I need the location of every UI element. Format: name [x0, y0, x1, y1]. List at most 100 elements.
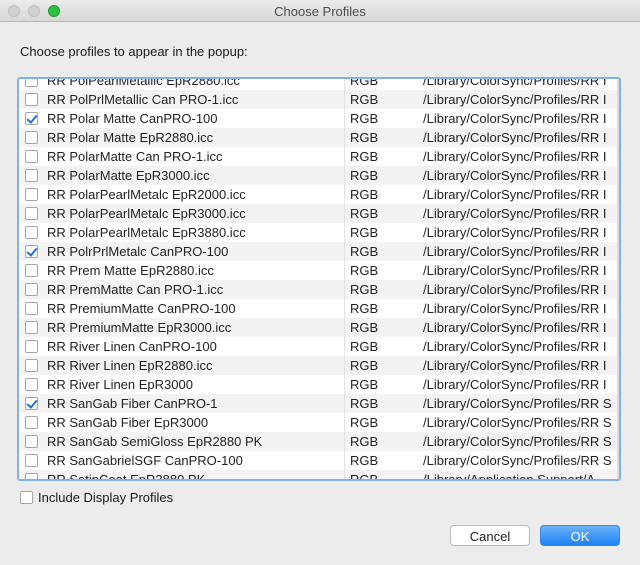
profile-path: /Library/ColorSync/Profiles/RR I	[423, 339, 607, 354]
column-divider	[344, 147, 345, 166]
profile-row[interactable]: RR PremiumMatte EpR3000.icc RGB/Library/C…	[19, 318, 619, 337]
window-title: Choose Profiles	[274, 4, 366, 19]
profile-checkbox[interactable]	[25, 112, 38, 125]
profile-name: RR River Linen EpR2880.icc	[47, 358, 213, 373]
profile-checkbox[interactable]	[25, 416, 38, 429]
profile-color-space: RGB	[350, 244, 379, 259]
profile-name: RR PremiumMatte EpR3000.icc	[47, 320, 232, 335]
profile-name: RR SanGab Fiber CanPRO-1	[47, 396, 218, 411]
profile-color-space: RGB	[350, 77, 379, 88]
profile-color-space: RGB	[350, 339, 379, 354]
profile-checkbox[interactable]	[25, 302, 38, 315]
profile-color-space: RGB	[350, 263, 379, 278]
profile-path: /Library/ColorSync/Profiles/RR I	[423, 282, 607, 297]
profile-checkbox[interactable]	[25, 359, 38, 372]
column-divider	[344, 375, 345, 394]
profile-path: /Library/ColorSync/Profiles/RR I	[423, 187, 607, 202]
profile-checkbox[interactable]	[25, 169, 38, 182]
profile-checkbox[interactable]	[25, 245, 38, 258]
profile-row[interactable]: RR Prem Matte EpR2880.icc RGB/Library/Col…	[19, 261, 619, 280]
profile-checkbox[interactable]	[25, 79, 38, 87]
profile-checkbox[interactable]	[25, 340, 38, 353]
profile-name: RR River Linen CanPRO-100	[47, 339, 217, 354]
ok-button[interactable]: OK	[540, 525, 620, 546]
profile-color-space: RGB	[350, 434, 379, 449]
profile-path: /Library/ColorSync/Profiles/RR I	[423, 377, 607, 392]
profile-name: RR PolarPearlMetalc EpR3880.icc	[47, 225, 246, 240]
profile-checkbox[interactable]	[25, 264, 38, 277]
profile-name: RR SatinCoat EpR3880 PK	[47, 472, 206, 481]
profile-color-space: RGB	[350, 320, 379, 335]
profile-color-space: RGB	[350, 187, 379, 202]
profile-row[interactable]: RR PremiumMatte CanPRO-100 RGB/Library/Co…	[19, 299, 619, 318]
profile-checkbox[interactable]	[25, 226, 38, 239]
profile-color-space: RGB	[350, 453, 379, 468]
dialog-prompt: Choose profiles to appear in the popup:	[20, 44, 248, 59]
column-divider	[344, 166, 345, 185]
column-divider	[344, 128, 345, 147]
profile-row[interactable]: RR PolarMatte Can PRO-1.icc RGB/Library/C…	[19, 147, 619, 166]
profile-color-space: RGB	[350, 301, 379, 316]
profile-checkbox[interactable]	[25, 321, 38, 334]
profile-color-space: RGB	[350, 377, 379, 392]
profile-row[interactable]: RR SanGab Fiber EpR3000 RGB/Library/Color…	[19, 413, 619, 432]
profile-row[interactable]: RR River Linen CanPRO-100 RGB/Library/Col…	[19, 337, 619, 356]
column-divider	[344, 413, 345, 432]
profile-name: RR PolarPearlMetalc EpR2000.icc	[47, 187, 246, 202]
column-divider	[344, 79, 345, 90]
profile-name: RR PolarMatte Can PRO-1.icc	[47, 149, 223, 164]
column-divider	[344, 432, 345, 451]
column-divider	[344, 204, 345, 223]
profile-checkbox[interactable]	[25, 454, 38, 467]
profile-row[interactable]: RR SanGab SemiGloss EpR2880 PK RGB/Librar…	[19, 432, 619, 451]
profile-checkbox[interactable]	[25, 473, 38, 479]
column-divider	[344, 261, 345, 280]
profile-row[interactable]: RR PolarPearlMetalc EpR3000.icc RGB/Libra…	[19, 204, 619, 223]
profile-path: /Library/ColorSync/Profiles/RR S	[423, 396, 612, 411]
profile-color-space: RGB	[350, 92, 379, 107]
profile-path: /Library/ColorSync/Profiles/RR S	[423, 415, 612, 430]
profile-checkbox[interactable]	[25, 397, 38, 410]
profile-row[interactable]: RR Polar Matte EpR2880.icc RGB/Library/Co…	[19, 128, 619, 147]
profile-row[interactable]: RR PolrPrlMetalc CanPRO-100 RGB/Library/C…	[19, 242, 619, 261]
profile-name: RR Polar Matte CanPRO-100	[47, 111, 218, 126]
profile-row[interactable]: RR SanGabrielSGF CanPRO-100 RGB/Library/C…	[19, 451, 619, 470]
column-divider	[344, 394, 345, 413]
profile-row[interactable]: RR SanGab Fiber CanPRO-1 RGB/Library/Colo…	[19, 394, 619, 413]
profile-row[interactable]: RR River Linen EpR3000 RGB/Library/ColorS…	[19, 375, 619, 394]
profile-checkbox[interactable]	[25, 131, 38, 144]
profile-path: /Library/ColorSync/Profiles/RR I	[423, 168, 607, 183]
column-divider	[344, 451, 345, 470]
profile-row[interactable]: RR PolarPearlMetalc EpR2000.icc RGB/Libra…	[19, 185, 619, 204]
profile-checkbox[interactable]	[25, 150, 38, 163]
profile-row[interactable]: RR PolPearlMetallic EpR2880.icc RGB/Libra…	[19, 77, 619, 90]
column-divider	[344, 90, 345, 109]
profile-row[interactable]: RR PolarMatte EpR3000.icc RGB/Library/Col…	[19, 166, 619, 185]
profile-checkbox[interactable]	[25, 93, 38, 106]
profile-path: /Library/ColorSync/Profiles/RR S	[423, 453, 612, 468]
profile-color-space: RGB	[350, 111, 379, 126]
profile-checkbox[interactable]	[25, 378, 38, 391]
profile-row[interactable]: RR River Linen EpR2880.icc RGB/Library/Co…	[19, 356, 619, 375]
profile-checkbox[interactable]	[25, 283, 38, 296]
profile-color-space: RGB	[350, 149, 379, 164]
profile-row[interactable]: RR SatinCoat EpR3880 PK RGB/Library/Appli…	[19, 470, 619, 481]
profiles-list[interactable]: RR PolPearlMetallic EpR2880.icc RGB/Libra…	[17, 77, 621, 481]
profile-path: /Library/ColorSync/Profiles/RR S	[423, 434, 612, 449]
column-divider	[344, 318, 345, 337]
include-display-profiles-label: Include Display Profiles	[38, 490, 174, 505]
profile-row[interactable]: RR PolPrlMetallic Can PRO-1.icc RGB/Libra…	[19, 90, 619, 109]
column-divider	[344, 109, 345, 128]
column-divider	[344, 470, 345, 479]
profile-checkbox[interactable]	[25, 188, 38, 201]
profile-path: /Library/ColorSync/Profiles/RR I	[423, 320, 607, 335]
profile-row[interactable]: RR Polar Matte CanPRO-100 RGB/Library/Col…	[19, 109, 619, 128]
profiles-rows: RR PolPearlMetallic EpR2880.icc RGB/Libra…	[19, 77, 619, 481]
profile-path: /Library/Application Support/A	[423, 472, 595, 481]
cancel-button[interactable]: Cancel	[450, 525, 530, 546]
profile-checkbox[interactable]	[25, 207, 38, 220]
profile-row[interactable]: RR PolarPearlMetalc EpR3880.icc RGB/Libra…	[19, 223, 619, 242]
profile-checkbox[interactable]	[25, 435, 38, 448]
profile-row[interactable]: RR PremMatte Can PRO-1.icc RGB/Library/Co…	[19, 280, 619, 299]
include-display-profiles-checkbox[interactable]	[20, 491, 33, 504]
